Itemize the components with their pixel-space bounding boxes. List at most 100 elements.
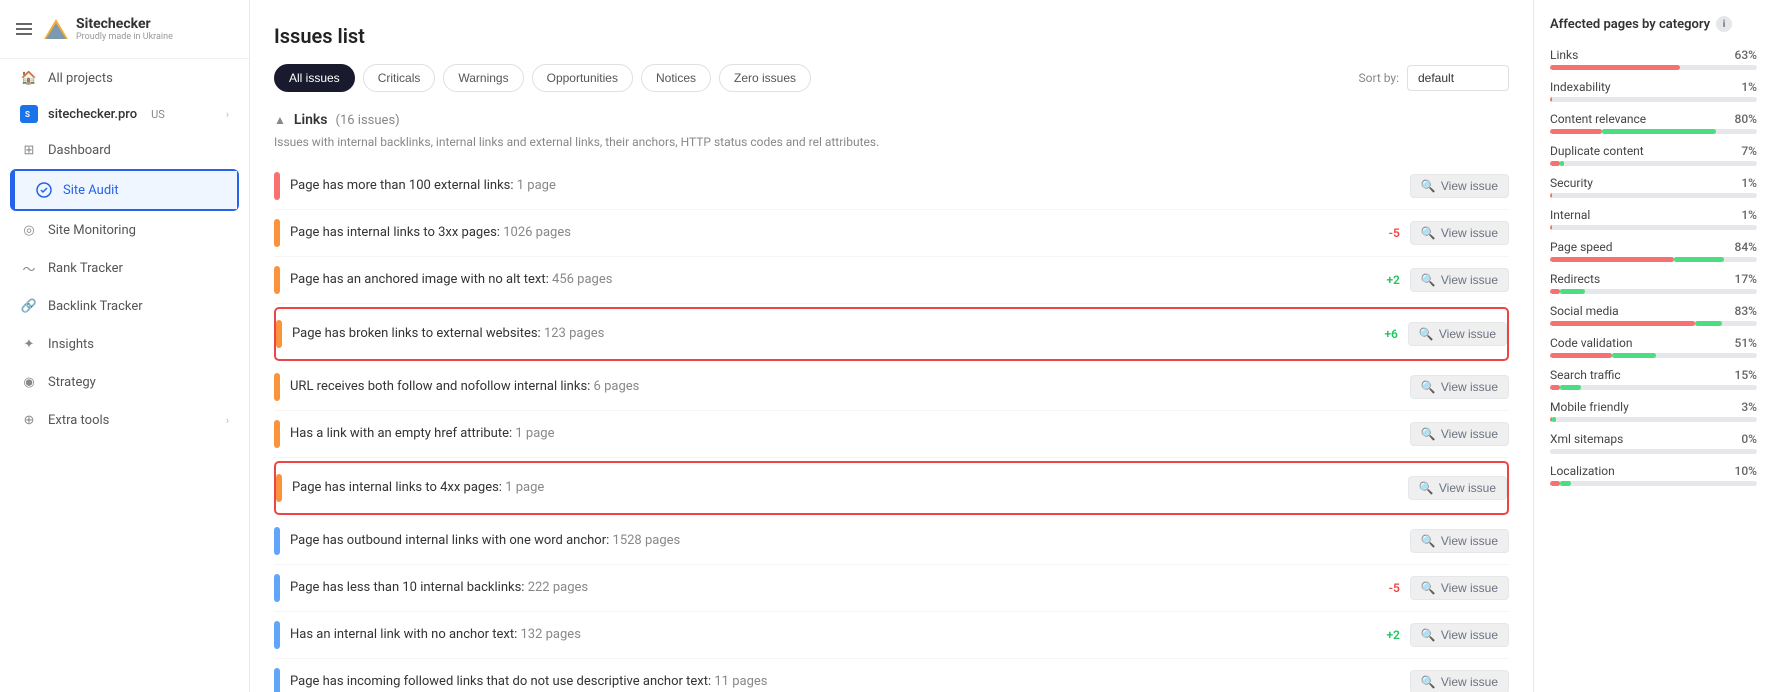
sidebar-item-insights[interactable]: ✦ Insights — [0, 325, 249, 363]
section-title: Links — [294, 112, 328, 128]
main-content: Issues list All issues Criticals Warning… — [250, 0, 1773, 692]
sort-label: Sort by: — [1359, 71, 1400, 85]
category-pct: 84% — [1735, 240, 1757, 254]
category-name: Links — [1550, 48, 1578, 62]
issue-text: URL receives both follow and nofollow in… — [290, 379, 1360, 394]
sidebar-item-label: Site Audit — [63, 183, 217, 198]
issue-delta: -5 — [1370, 581, 1400, 595]
category-item: Links 63% — [1550, 48, 1757, 70]
sidebar-item-label: Strategy — [48, 375, 229, 390]
filter-all-issues[interactable]: All issues — [274, 64, 355, 92]
view-issue-button[interactable]: 🔍 View issue — [1410, 375, 1509, 399]
sidebar-item-site-monitoring[interactable]: ◎ Site Monitoring — [0, 211, 249, 249]
hamburger-menu[interactable] — [16, 23, 32, 35]
category-item: Mobile friendly 3% — [1550, 400, 1757, 422]
category-name: Indexability — [1550, 80, 1611, 94]
filter-zero-issues[interactable]: Zero issues — [719, 64, 811, 92]
sidebar-item-dashboard[interactable]: ⊞ Dashboard — [0, 131, 249, 169]
issue-delta: +2 — [1370, 628, 1400, 642]
category-pct: 83% — [1735, 304, 1757, 318]
svg-text:S: S — [25, 110, 30, 119]
bar-red — [1550, 161, 1560, 166]
view-issue-button[interactable]: 🔍 View issue — [1410, 529, 1509, 553]
category-bar — [1550, 417, 1757, 422]
insights-icon: ✦ — [20, 335, 38, 353]
search-icon: 🔍 — [1421, 581, 1436, 595]
bar-green — [1612, 353, 1655, 358]
category-pct: 1% — [1741, 176, 1757, 190]
category-item: Indexability 1% — [1550, 80, 1757, 102]
view-issue-button[interactable]: 🔍 View issue — [1410, 576, 1509, 600]
categories-container: Links 63% Indexability 1% Content releva… — [1550, 48, 1757, 486]
filter-warnings[interactable]: Warnings — [443, 64, 523, 92]
sidebar-item-backlink-tracker[interactable]: 🔗 Backlink Tracker — [0, 287, 249, 325]
category-pct: 10% — [1735, 464, 1757, 478]
view-issue-button[interactable]: 🔍 View issue — [1408, 476, 1507, 500]
bar-red — [1550, 289, 1560, 294]
bar-green — [1602, 129, 1716, 134]
bar-red — [1550, 321, 1695, 326]
category-bar — [1550, 161, 1757, 166]
view-issue-button[interactable]: 🔍 View issue — [1408, 322, 1507, 346]
section-toggle[interactable]: ▲ — [274, 113, 286, 127]
sidebar-item-label: Backlink Tracker — [48, 299, 229, 314]
view-issue-button[interactable]: 🔍 View issue — [1410, 670, 1509, 692]
search-icon: 🔍 — [1421, 628, 1436, 642]
filter-criticals[interactable]: Criticals — [363, 64, 436, 92]
indicator-orange — [274, 219, 280, 247]
sidebar-item-extra-tools[interactable]: ⊕ Extra tools › — [0, 401, 249, 439]
bar-red — [1550, 385, 1560, 390]
sidebar-item-all-projects[interactable]: 🏠 All projects — [0, 59, 249, 97]
view-issue-button[interactable]: 🔍 View issue — [1410, 221, 1509, 245]
page-title: Issues list — [274, 24, 1509, 48]
filter-opportunities[interactable]: Opportunities — [532, 64, 633, 92]
site-name: sitechecker.pro — [48, 107, 137, 122]
issue-row: Page has internal links to 4xx pages: 1 … — [276, 465, 1507, 511]
sidebar-item-site-audit[interactable]: Site Audit — [12, 171, 237, 209]
strategy-icon: ◉ — [20, 373, 38, 391]
dashboard-icon: ⊞ — [20, 141, 38, 159]
category-name: Content relevance — [1550, 112, 1646, 126]
sidebar-item-label: Site Monitoring — [48, 223, 229, 238]
category-pct: 63% — [1735, 48, 1757, 62]
rank-icon: 〜 — [20, 259, 38, 277]
filter-notices[interactable]: Notices — [641, 64, 711, 92]
sort-select[interactable]: default alphabetical pages count — [1407, 65, 1509, 91]
issue-text: Page has more than 100 external links: 1… — [290, 178, 1360, 193]
issue-delta: +2 — [1370, 273, 1400, 287]
view-issue-button[interactable]: 🔍 View issue — [1410, 623, 1509, 647]
category-name: Social media — [1550, 304, 1619, 318]
issue-text: Page has less than 10 internal backlinks… — [290, 580, 1360, 595]
site-locale: US — [151, 108, 165, 121]
search-icon: 🔍 — [1421, 273, 1436, 287]
issue-row: Page has incoming followed links that do… — [274, 659, 1509, 692]
issue-row: Page has less than 10 internal backlinks… — [274, 565, 1509, 612]
site-item[interactable]: S sitechecker.pro US › — [0, 97, 249, 131]
indicator-orange — [276, 474, 282, 502]
view-issue-button[interactable]: 🔍 View issue — [1410, 268, 1509, 292]
search-icon: 🔍 — [1419, 327, 1434, 341]
category-item: Redirects 17% — [1550, 272, 1757, 294]
view-issue-button[interactable]: 🔍 View issue — [1410, 174, 1509, 198]
indicator-blue — [274, 527, 280, 555]
category-pct: 1% — [1741, 208, 1757, 222]
section-description: Issues with internal backlinks, internal… — [274, 134, 1509, 151]
issue-text: Page has an anchored image with no alt t… — [290, 272, 1360, 287]
bar-red — [1550, 353, 1612, 358]
issue-text: Has a link with an empty href attribute:… — [290, 426, 1360, 441]
search-icon: 🔍 — [1421, 226, 1436, 240]
category-pct: 3% — [1741, 400, 1757, 414]
tools-icon: ⊕ — [20, 411, 38, 429]
category-pct: 51% — [1735, 336, 1757, 350]
issue-row: Has a link with an empty href attribute:… — [274, 411, 1509, 458]
info-icon[interactable]: i — [1716, 16, 1732, 32]
section-count: (16 issues) — [336, 113, 400, 128]
bar-red — [1550, 65, 1680, 70]
category-bar — [1550, 481, 1757, 486]
view-issue-button[interactable]: 🔍 View issue — [1410, 422, 1509, 446]
category-item: Social media 83% — [1550, 304, 1757, 326]
bar-green — [1560, 289, 1585, 294]
issue-row: Page has an anchored image with no alt t… — [274, 257, 1509, 304]
sidebar-item-rank-tracker[interactable]: 〜 Rank Tracker — [0, 249, 249, 287]
sidebar-item-strategy[interactable]: ◉ Strategy — [0, 363, 249, 401]
